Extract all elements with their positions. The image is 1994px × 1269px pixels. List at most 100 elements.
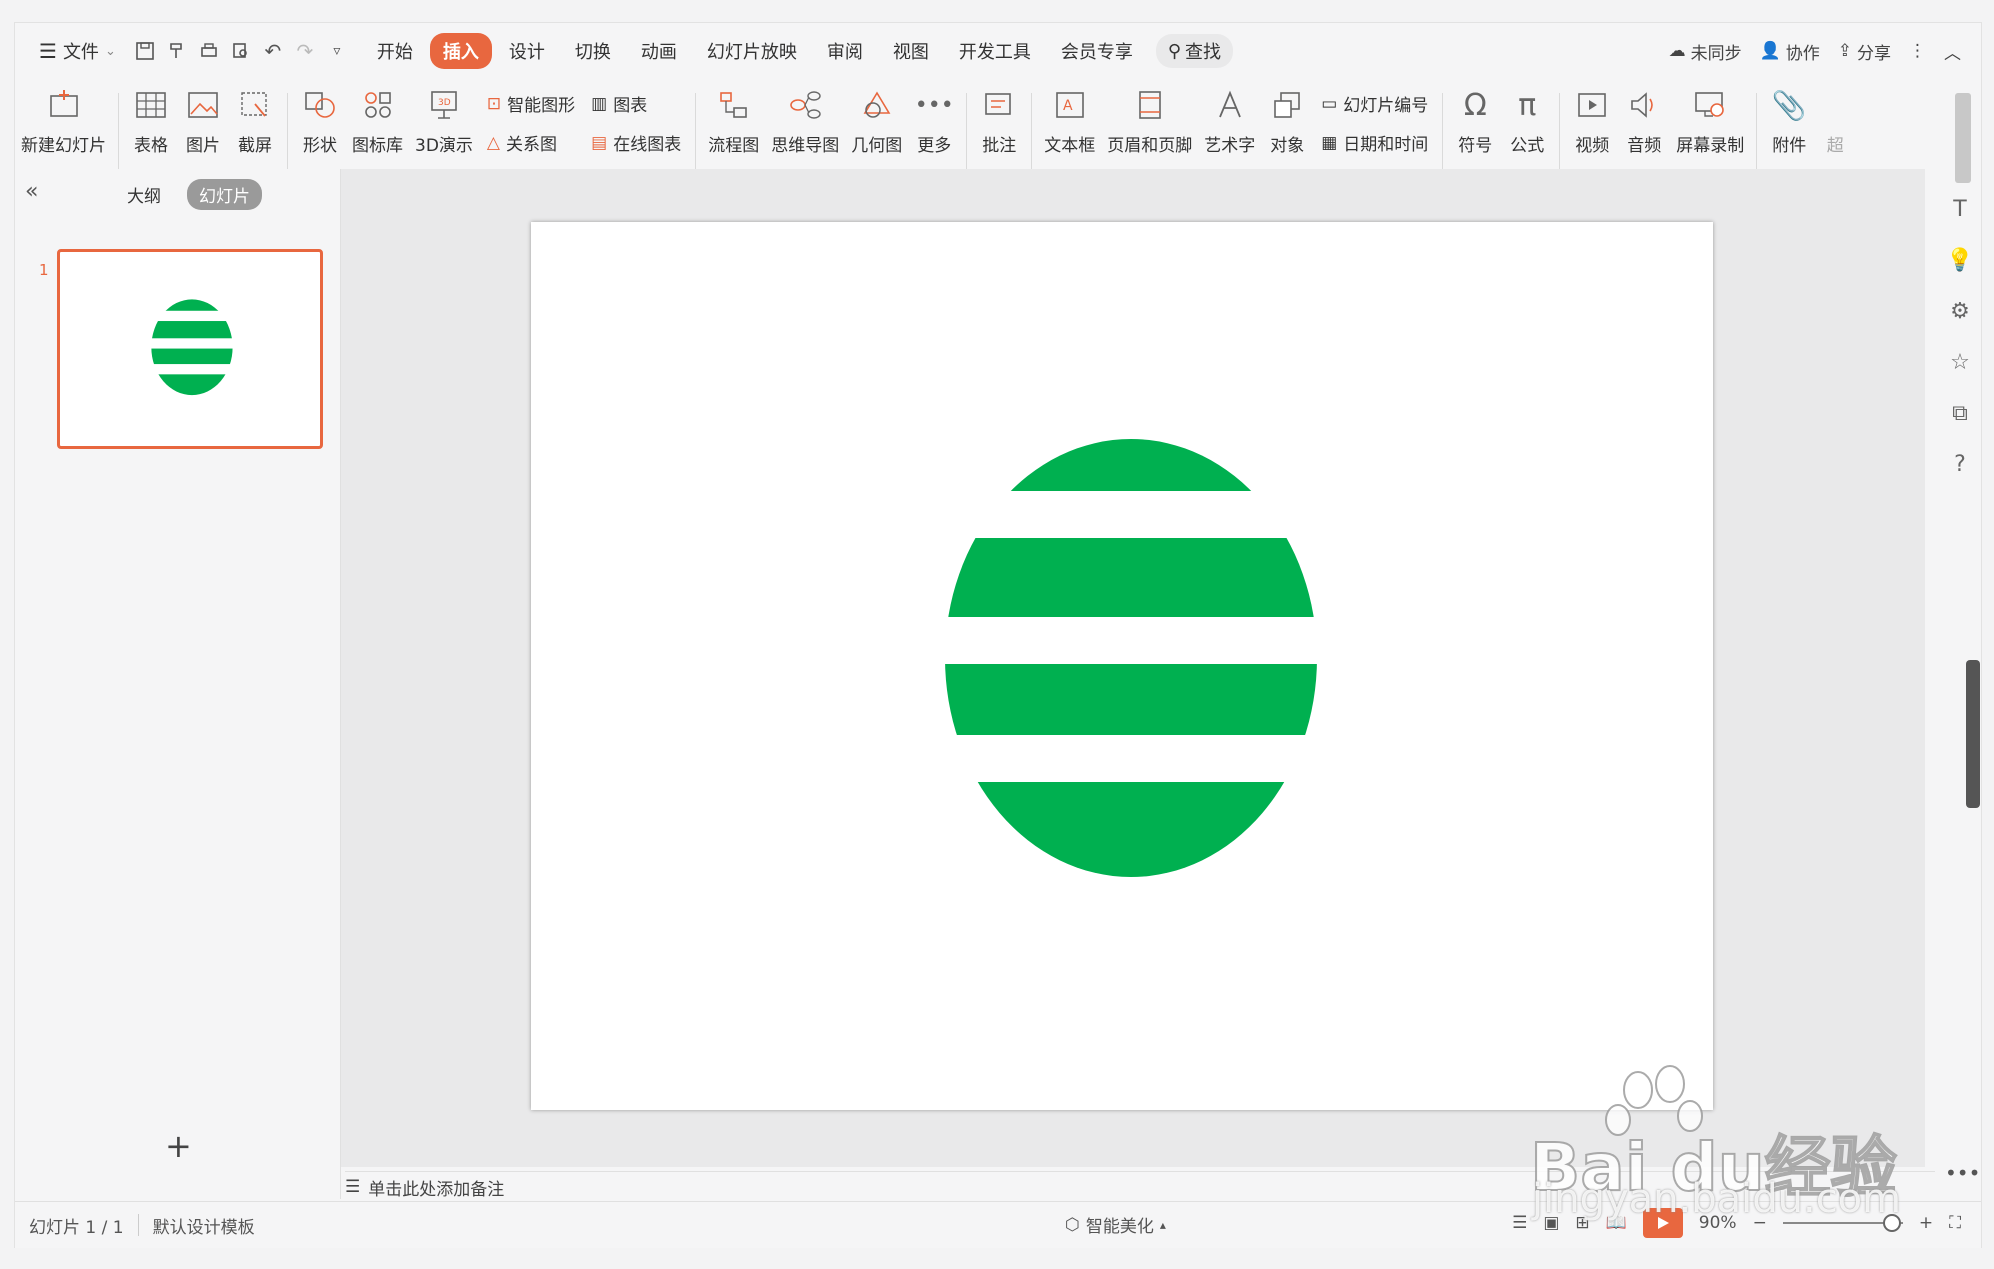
striped-circle-shape[interactable] — [531, 222, 1713, 1110]
collapse-panel-icon[interactable]: « — [25, 179, 38, 204]
audio-button[interactable]: 音频 — [1618, 79, 1670, 156]
print-icon[interactable] — [196, 38, 222, 64]
redo-icon[interactable]: ↷ — [292, 38, 318, 64]
symbol-button[interactable]: Ω 符号 — [1449, 79, 1501, 157]
icon-library-icon — [358, 85, 398, 125]
stripe-2 — [945, 538, 1317, 617]
save-icon[interactable] — [132, 38, 158, 64]
collaborate-button[interactable]: 👤 协作 — [1760, 39, 1820, 64]
formula-button[interactable]: π 公式 — [1501, 79, 1553, 157]
flowchart-button[interactable]: 流程图 — [702, 79, 765, 156]
scissors-icon — [235, 85, 275, 125]
print-preview-icon[interactable] — [228, 38, 254, 64]
speaker-icon — [1624, 85, 1664, 125]
slide-thumbnail[interactable] — [57, 249, 323, 449]
ribbon-scrollbar[interactable] — [1955, 93, 1971, 183]
geometry-button[interactable]: 几何图 — [845, 79, 908, 156]
hyperlink-button-partial[interactable]: 超 — [1815, 79, 1861, 156]
notes-toggle-icon[interactable]: ☰ — [1512, 1213, 1527, 1233]
stripe-1 — [945, 439, 1317, 491]
collapse-ribbon-icon[interactable]: ︿ — [1944, 39, 1961, 64]
icon-library-button[interactable]: 图标库 — [346, 79, 409, 156]
attachment-button[interactable]: 📎 附件 — [1763, 79, 1815, 157]
tab-design[interactable]: 设计 — [496, 33, 558, 69]
template-name[interactable]: 默认设计模板 — [153, 1213, 255, 1238]
side-panel-handle[interactable] — [1966, 660, 1980, 808]
tab-member[interactable]: 会员专享 — [1048, 33, 1146, 69]
svg-text:A: A — [1063, 98, 1073, 114]
relationship-icon: △ — [486, 132, 500, 153]
stripe-4 — [945, 782, 1317, 877]
tab-slideshow[interactable]: 幻灯片放映 — [694, 33, 810, 69]
online-chart-icon: ▤ — [591, 132, 608, 153]
tab-insert[interactable]: 插入 — [429, 33, 492, 69]
help-icon[interactable]: ? — [1954, 452, 1966, 477]
chart-button[interactable]: ▥ 图表 — [591, 91, 681, 117]
new-slide-icon — [44, 85, 84, 125]
shape-button[interactable]: 形状 — [294, 79, 346, 156]
3d-presentation-button[interactable]: 3D 3D演示 — [409, 79, 479, 156]
lightbulb-icon[interactable]: 💡 — [1946, 248, 1973, 273]
picture-button[interactable]: 图片 — [177, 79, 229, 156]
video-button[interactable]: 视频 — [1566, 79, 1618, 156]
textbox-icon: A — [1050, 85, 1090, 125]
relationship-button[interactable]: △ 关系图 — [486, 130, 575, 156]
zoom-in-icon[interactable]: + — [1919, 1213, 1933, 1233]
adjust-icon[interactable]: ⚙ — [1950, 299, 1970, 324]
wordart-button[interactable]: 艺术字 — [1198, 79, 1261, 156]
smart-art-button[interactable]: ⊡ 智能图形 — [487, 91, 575, 117]
video-icon — [1572, 85, 1612, 125]
header-footer-button[interactable]: 页眉和页脚 — [1101, 79, 1198, 156]
smart-beautify-button[interactable]: ⬡ 智能美化 ▴ — [1065, 1212, 1166, 1238]
quick-access-dropdown-icon[interactable]: ▿ — [324, 38, 350, 64]
slide-panel: « 大纲 幻灯片 1 + — [15, 169, 341, 1199]
tab-outline[interactable]: 大纲 — [115, 179, 173, 210]
new-slide-button[interactable]: 新建幻灯片 — [15, 79, 112, 156]
tab-slides[interactable]: 幻灯片 — [187, 179, 262, 210]
screenshot-button[interactable]: 截屏 — [229, 79, 281, 156]
sync-status[interactable]: ☁ 未同步 — [1669, 39, 1742, 64]
omega-icon: Ω — [1463, 87, 1487, 123]
add-slide-button[interactable]: + — [165, 1127, 192, 1165]
3d-icon: 3D — [424, 85, 464, 125]
tab-developer[interactable]: 开发工具 — [946, 33, 1044, 69]
slide-canvas[interactable] — [531, 222, 1713, 1110]
comment-icon — [979, 85, 1019, 125]
online-chart-button[interactable]: ▤ 在线图表 — [591, 130, 681, 156]
share-button[interactable]: ⇪ 分享 — [1838, 39, 1891, 64]
mindmap-button[interactable]: 思维导图 — [765, 79, 845, 156]
file-menu[interactable]: ☰ 文件 ⌄ — [29, 32, 126, 70]
more-tools-icon[interactable]: ••• — [1945, 1161, 1980, 1185]
slide-number-icon: ▭ — [1321, 93, 1338, 114]
cube-icon: ⬡ — [1065, 1214, 1080, 1235]
slides-icon[interactable]: ⧉ — [1952, 401, 1968, 426]
text-format-icon[interactable]: T — [1953, 197, 1966, 222]
calendar-icon: ▦ — [1321, 132, 1338, 153]
tab-transition[interactable]: 切换 — [562, 33, 624, 69]
object-button[interactable]: 对象 — [1261, 79, 1313, 156]
zoom-slider[interactable] — [1782, 1214, 1903, 1232]
star-icon[interactable]: ☆ — [1950, 350, 1970, 375]
more-options-icon[interactable]: ⋮ — [1909, 41, 1926, 61]
table-icon — [131, 85, 171, 125]
fit-window-icon[interactable]: ⛶ — [1949, 1213, 1961, 1233]
ellipsis-icon: ••• — [914, 92, 954, 118]
tab-review[interactable]: 审阅 — [814, 33, 876, 69]
cloud-icon: ☁ — [1668, 41, 1686, 61]
date-time-button[interactable]: ▦ 日期和时间 — [1321, 130, 1428, 156]
comment-button[interactable]: 批注 — [973, 79, 1025, 156]
tab-animation[interactable]: 动画 — [628, 33, 690, 69]
tab-home[interactable]: 开始 — [364, 33, 426, 69]
pi-icon: π — [1518, 87, 1537, 123]
format-painter-icon[interactable] — [164, 38, 190, 64]
header-footer-icon — [1130, 85, 1170, 125]
screen-record-button[interactable]: 屏幕录制 — [1670, 79, 1750, 156]
undo-icon[interactable]: ↶ — [260, 38, 286, 64]
mindmap-icon — [785, 85, 825, 125]
more-button[interactable]: ••• 更多 — [908, 79, 960, 157]
table-button[interactable]: 表格 — [125, 79, 177, 156]
tab-view[interactable]: 视图 — [880, 33, 942, 69]
search-button[interactable]: ⚲ 查找 — [1155, 34, 1234, 68]
textbox-button[interactable]: A 文本框 — [1038, 79, 1101, 156]
slide-number-button[interactable]: ▭ 幻灯片编号 — [1321, 91, 1428, 117]
